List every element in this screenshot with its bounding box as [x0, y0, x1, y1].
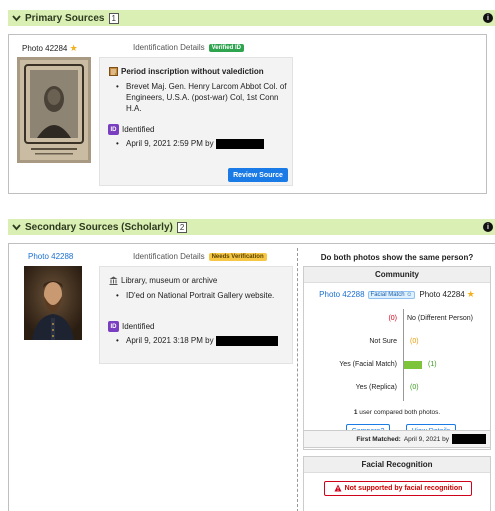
source-description: ID'ed on National Portrait Gallery websi… — [116, 290, 278, 301]
photo-label[interactable]: Photo 42284 ★ — [22, 43, 78, 54]
community-panel: Community Photo 42288 Facial Match ☺ Pho… — [303, 266, 491, 450]
facial-recognition-panel: Facial Recognition Not supported by faci… — [303, 456, 491, 511]
vote-label: No (Different Person) — [407, 315, 474, 322]
chevron-down-icon[interactable] — [10, 221, 22, 233]
summary-text: user compared both photos. — [357, 409, 441, 416]
secondary-source-card: Photo 42288 Identification Details Needs… — [8, 243, 495, 511]
star-icon: ★ — [69, 43, 78, 53]
info-icon[interactable]: i — [483, 222, 493, 232]
primary-sources-title: Primary Sources — [25, 12, 105, 24]
vote-count: (1) — [428, 361, 437, 368]
identification-details-header: Identification Details Verified ID — [133, 43, 244, 52]
source-type-label: Library, museum or archive — [121, 275, 218, 285]
source-type-row: Period inscription without valediction — [108, 66, 264, 76]
left-photo-link[interactable]: Photo 42288 — [319, 290, 364, 299]
vote-count: (0) — [410, 338, 419, 345]
source-type-label: Period inscription without valediction — [121, 66, 264, 76]
identified-date-item: April 9, 2021 3:18 PM by — [116, 335, 292, 346]
secondary-sources-count: 2 — [176, 221, 188, 233]
face-icon: ☺ — [406, 291, 413, 298]
id-icon: ID — [108, 321, 119, 332]
verified-id-badge: Verified ID — [208, 43, 244, 52]
review-source-button[interactable]: Review Source — [228, 168, 288, 182]
facial-recognition-warning[interactable]: Not supported by facial recognition — [324, 481, 472, 496]
vote-count: (0) — [410, 384, 419, 391]
identification-details-box: Period inscription without valediction B… — [99, 57, 293, 186]
vote-axis — [403, 309, 404, 401]
identified-label: Identified — [122, 322, 155, 331]
identified-label: Identified — [122, 125, 155, 134]
redacted-username — [215, 335, 278, 346]
warning-icon — [334, 484, 342, 494]
museum-icon — [108, 275, 118, 285]
secondary-sources-title: Secondary Sources (Scholarly) — [25, 221, 173, 233]
identification-details-box: Library, museum or archive ID'ed on Nati… — [99, 266, 293, 364]
vote-label: Yes (Facial Match) — [339, 361, 397, 368]
vote-bar — [404, 360, 422, 369]
chevron-down-icon[interactable] — [10, 12, 22, 24]
facial-recognition-warning-text: Not supported by facial recognition — [344, 485, 463, 492]
first-matched-label: First Matched: — [356, 435, 401, 443]
vote-count: (0) — [388, 315, 397, 322]
primary-source-card: Photo 42284 ★ Identification Details Ver… — [8, 34, 487, 194]
id-icon: ID — [108, 124, 119, 135]
vote-label: Yes (Replica) — [355, 384, 397, 391]
identification-details-label: Identification Details — [133, 43, 205, 52]
primary-sources-count: 1 — [108, 12, 119, 24]
identified-date: April 9, 2021 3:18 PM by — [126, 336, 214, 345]
redacted-username — [215, 138, 264, 149]
document-icon — [108, 66, 118, 76]
identification-details-header: Identification Details Needs Verificatio… — [133, 252, 267, 261]
first-matched-date: April 9, 2021 by — [403, 435, 449, 443]
source-description-list: ID'ed on National Portrait Gallery websi… — [116, 290, 278, 301]
primary-sources-header[interactable]: Primary Sources 1 i — [8, 10, 495, 26]
identified-date-item: April 9, 2021 2:59 PM by — [116, 138, 292, 149]
identified-row: ID Identified — [108, 321, 154, 332]
right-photo-label: Photo 42284 — [419, 290, 465, 299]
identification-details-label: Identification Details — [133, 252, 205, 261]
comparison-summary: 1 user compared both photos. — [304, 409, 490, 416]
source-description-list: Brevet Maj. Gen. Henry Larcom Abbot Col.… — [116, 81, 288, 114]
photo-thumbnail[interactable] — [17, 57, 91, 163]
info-icon[interactable]: i — [483, 13, 493, 23]
first-matched-row: First Matched: April 9, 2021 by — [303, 430, 491, 448]
needs-verification-badge: Needs Verification — [208, 252, 267, 261]
column-divider — [297, 248, 298, 511]
identified-row: ID Identified — [108, 124, 154, 135]
facial-recognition-title: Facial Recognition — [304, 457, 490, 473]
photo-link[interactable]: Photo 42284 — [22, 44, 67, 53]
star-icon: ★ — [466, 289, 475, 299]
facial-match-label: Facial Match — [370, 291, 405, 298]
identified-date-list: April 9, 2021 3:18 PM by — [116, 335, 292, 346]
facial-match-badge: Facial Match ☺ — [367, 290, 416, 299]
source-type-row: Library, museum or archive — [108, 275, 217, 285]
redacted-username — [452, 434, 486, 444]
photo-thumbnail[interactable] — [24, 266, 82, 340]
photo-link[interactable]: Photo 42288 — [28, 252, 73, 261]
identified-date-list: April 9, 2021 2:59 PM by — [116, 138, 292, 149]
community-title: Community — [304, 267, 490, 283]
identified-date: April 9, 2021 2:59 PM by — [126, 139, 214, 148]
comparison-question: Do both photos show the same person? — [320, 253, 474, 262]
vote-chart: No (Different Person) (0) Not Sure (0) Yes (… — [304, 309, 490, 401]
source-description: Brevet Maj. Gen. Henry Larcom Abbot Col.… — [116, 81, 288, 114]
vote-label: Not Sure — [369, 338, 397, 345]
photo-pair-row: Photo 42288 Facial Match ☺ Photo 42284 ★ — [304, 289, 490, 300]
secondary-sources-header[interactable]: Secondary Sources (Scholarly) 2 i — [8, 219, 495, 235]
